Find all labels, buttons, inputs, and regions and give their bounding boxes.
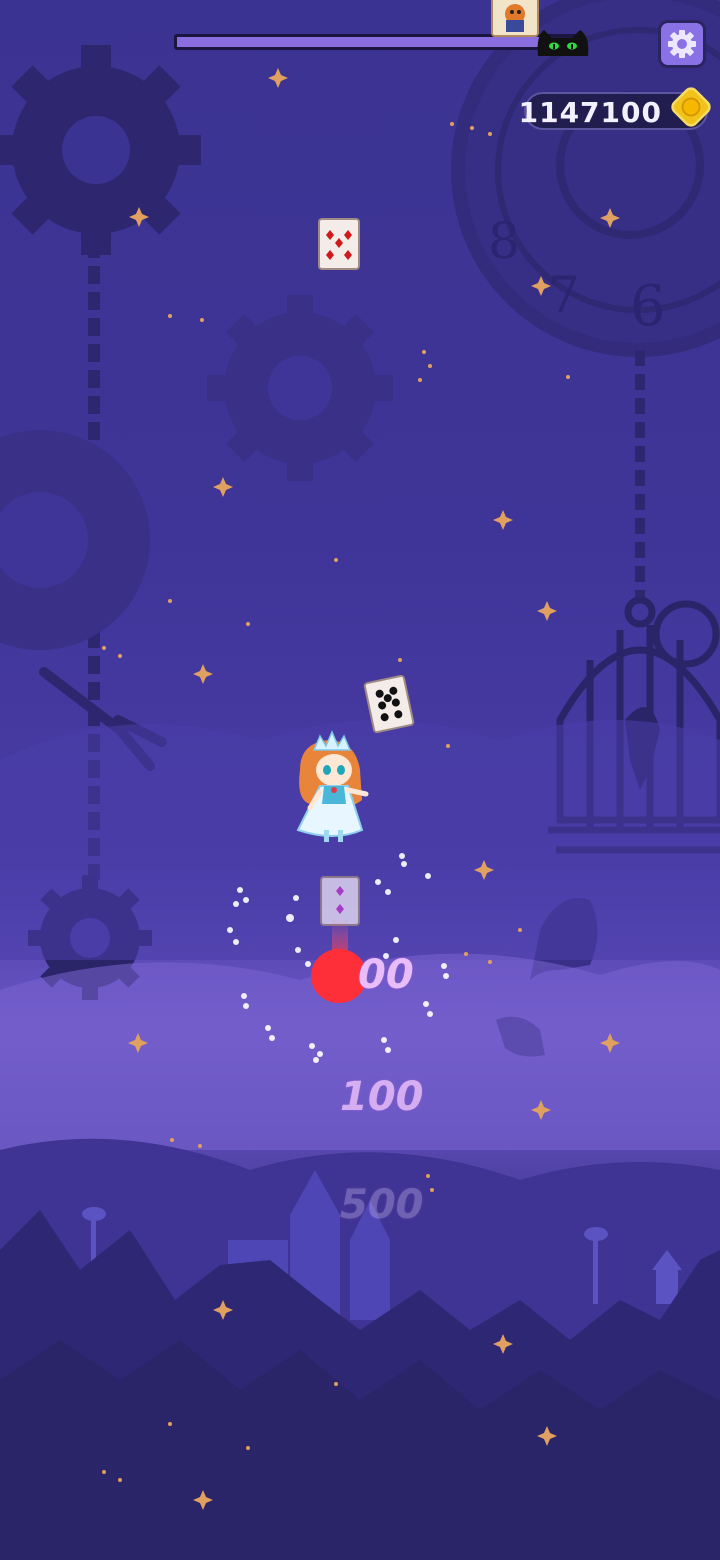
playing-card-faded <box>320 876 360 926</box>
level-progress-fill <box>177 37 541 47</box>
gear-icon <box>668 30 696 58</box>
score-popup: 00 <box>358 952 414 998</box>
settings-button[interactable] <box>658 20 706 68</box>
score-popup: 100 <box>340 1074 424 1120</box>
black-cat-icon <box>537 30 589 56</box>
score-popup: 500 <box>340 1182 424 1228</box>
coin-count: 1147100 <box>518 96 662 129</box>
princess-character <box>296 730 369 842</box>
playing-card-diamonds <box>318 218 360 270</box>
coin-counter: 1147100 <box>519 84 714 130</box>
